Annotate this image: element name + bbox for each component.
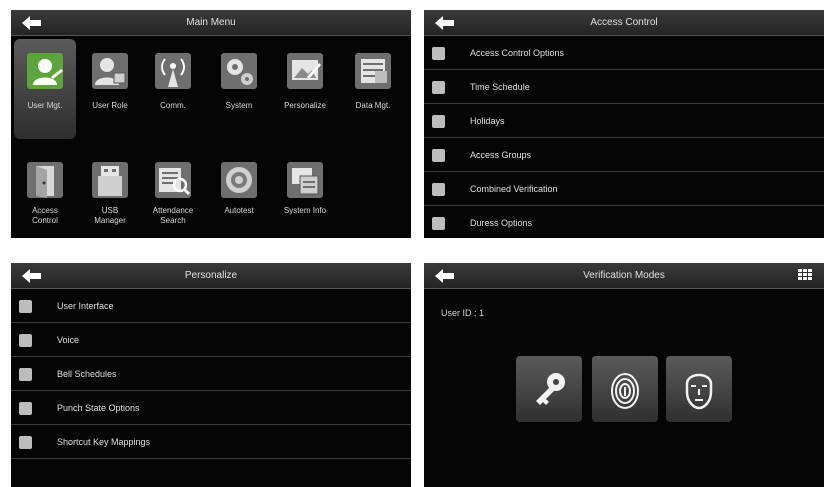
access-control-panel: Access Control Access Control Options Tim… — [424, 10, 824, 238]
main-menu-item-personalize[interactable]: Personalize — [274, 39, 336, 139]
face-icon — [685, 373, 713, 410]
access-control-item-label: Duress Options — [470, 218, 533, 228]
monitor-icon — [19, 300, 32, 313]
fingerprint-mode-button[interactable] — [592, 356, 658, 422]
keyboard-icon — [19, 436, 32, 449]
personalize-item-user-interface[interactable]: User Interface — [11, 289, 411, 323]
access-control-list: Access Control Options Time Schedule Holid… — [424, 36, 824, 238]
personalize-item-label: Punch State Options — [57, 403, 140, 413]
personalize-panel: Personalize User Interface Voice Bell Sche… — [11, 263, 411, 487]
system-info-icon — [287, 162, 323, 198]
main-menu-item-autotest[interactable]: Autotest — [208, 148, 270, 238]
personalize-item-bell-schedules[interactable]: Bell Schedules — [11, 357, 411, 391]
main-menu-item-system-info[interactable]: System Info — [274, 148, 336, 238]
main-menu-item-label: USB Manager — [94, 206, 126, 225]
main-menu-item-user-role[interactable]: User Role — [79, 39, 141, 139]
access-control-titlebar: Access Control — [424, 10, 824, 36]
personalize-item-punch-state-options[interactable]: Punch State Options — [11, 391, 411, 425]
combined-verification-icon — [432, 183, 445, 196]
personalize-item-label: Voice — [57, 335, 80, 345]
personalize-title: Personalize — [184, 270, 238, 281]
access-control-item-access-groups[interactable]: Access Groups — [424, 138, 824, 172]
user-id-label: User ID : 1 — [441, 308, 485, 318]
access-options-icon — [432, 47, 445, 60]
access-control-title: Access Control — [590, 17, 658, 28]
verification-title: Verification Modes — [583, 270, 665, 281]
speaker-icon — [19, 334, 32, 347]
personalize-titlebar: Personalize — [11, 263, 411, 289]
main-menu-item-system[interactable]: System — [208, 39, 270, 139]
access-control-item-holidays[interactable]: Holidays — [424, 104, 824, 138]
main-menu-item-user-mgt[interactable]: User Mgt. — [14, 39, 76, 139]
access-control-item-time-schedule[interactable]: Time Schedule — [424, 70, 824, 104]
personalize-list: User Interface Voice Bell Schedules Punch S… — [11, 289, 411, 459]
key-icon — [536, 373, 565, 405]
verification-modes-panel: Verification Modes User ID : 1 — [424, 263, 824, 487]
attendance-search-icon — [155, 162, 191, 198]
main-menu-item-label: Autotest — [224, 206, 254, 215]
personalize-item-label: User Interface — [57, 301, 114, 311]
access-control-item-label: Access Groups — [470, 150, 532, 160]
main-menu-item-comm[interactable]: Comm. — [142, 39, 204, 139]
main-menu-item-data-mgt[interactable]: Data Mgt. — [342, 39, 404, 139]
access-control-item-access-control-options[interactable]: Access Control Options — [424, 36, 824, 70]
verification-titlebar: Verification Modes — [424, 263, 824, 289]
group-icon — [432, 149, 445, 162]
main-menu-item-usb-manager[interactable]: USB Manager — [79, 148, 141, 238]
fingerprint-icon — [611, 373, 639, 409]
clock-icon — [432, 81, 445, 94]
data-mgt-icon — [355, 53, 391, 89]
access-control-item-label: Access Control Options — [470, 48, 565, 58]
punch-state-icon — [19, 402, 32, 415]
duress-icon — [432, 217, 445, 230]
main-menu-item-label: User Role — [92, 101, 128, 110]
access-control-item-duress-options[interactable]: Duress Options — [424, 206, 824, 238]
main-menu-item-label: System Info — [283, 206, 327, 215]
system-gear-icon — [221, 53, 257, 89]
main-menu-item-label: System — [225, 101, 253, 110]
calendar-icon — [432, 115, 445, 128]
bell-icon — [19, 368, 32, 381]
autotest-icon — [221, 162, 257, 198]
access-control-item-label: Time Schedule — [470, 82, 530, 92]
main-menu-item-label: Attendance Search — [152, 206, 194, 225]
main-menu-title: Main Menu — [186, 17, 236, 28]
access-control-item-label: Holidays — [470, 116, 505, 126]
main-menu-item-label: User Mgt. — [27, 101, 63, 110]
grid-menu-icon[interactable] — [798, 269, 814, 282]
personalize-item-label: Shortcut Key Mappings — [57, 437, 151, 447]
access-control-door-icon — [27, 162, 63, 198]
main-menu-titlebar: Main Menu — [11, 10, 411, 36]
access-control-item-label: Combined Verification — [470, 184, 558, 194]
user-mgt-icon — [27, 53, 63, 89]
main-menu-item-label: Access Control — [32, 206, 58, 225]
personalize-item-voice[interactable]: Voice — [11, 323, 411, 357]
main-menu-item-label: Comm. — [160, 101, 186, 110]
main-menu-item-attendance-search[interactable]: Attendance Search — [142, 148, 204, 238]
face-mode-button[interactable] — [666, 356, 732, 422]
usb-manager-icon — [92, 162, 128, 198]
user-role-icon — [92, 53, 128, 89]
main-menu-item-label: Personalize — [284, 101, 326, 110]
main-menu-item-access-control[interactable]: Access Control — [14, 148, 76, 238]
access-control-item-combined-verification[interactable]: Combined Verification — [424, 172, 824, 206]
main-menu-panel: Main Menu User Mgt. User Role Comm. System P… — [11, 10, 411, 238]
personalize-icon — [287, 53, 323, 89]
personalize-item-shortcut-key-mappings[interactable]: Shortcut Key Mappings — [11, 425, 411, 459]
main-menu-item-label: Data Mgt. — [355, 101, 391, 110]
personalize-item-label: Bell Schedules — [57, 369, 117, 379]
key-mode-button[interactable] — [516, 356, 582, 422]
comm-icon — [155, 53, 191, 89]
